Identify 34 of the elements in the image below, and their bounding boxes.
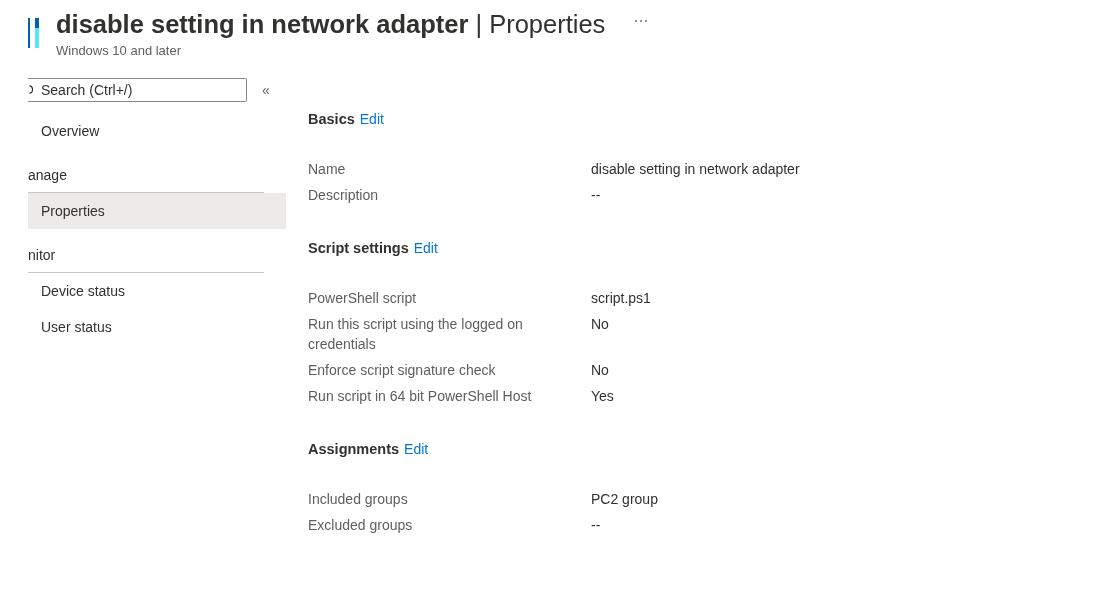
section-heading: Basics [308, 110, 355, 129]
nav-item[interactable]: Device status [28, 273, 286, 309]
property-label: Description [308, 186, 380, 205]
section-heading: Assignments [308, 440, 400, 459]
nav-item[interactable]: Overview [28, 113, 286, 149]
property-value: -- [591, 516, 602, 535]
property-value: PC2 group [591, 490, 658, 509]
property-value: No [591, 361, 610, 380]
property-label: Excluded groups [308, 516, 414, 535]
property-label: Run this script using the logged on credentials [308, 315, 524, 354]
section-heading: Script settings [308, 239, 409, 258]
search-field[interactable]: Search (Ctrl+/) [28, 78, 247, 102]
property-value: -- [591, 186, 602, 205]
property-value: disable setting in network adapter [591, 160, 800, 179]
property-label: Included groups [308, 490, 409, 509]
property-value: No [591, 315, 610, 334]
property-label: PowerShell script [308, 289, 418, 308]
nav-item[interactable]: Properties [28, 193, 286, 229]
edit-link[interactable]: Edit [413, 238, 438, 258]
property-value: script.ps1 [591, 289, 651, 308]
nav-item[interactable]: User status [28, 309, 286, 345]
page-subtitle: Windows 10 and later [56, 43, 182, 59]
edit-link[interactable]: Edit [359, 109, 384, 129]
edit-link[interactable]: Edit [404, 439, 429, 459]
collapse-button[interactable]: « [261, 82, 271, 98]
more-button[interactable] [633, 18, 650, 24]
property-label: Run script in 64 bit PowerShell Host [308, 387, 533, 406]
page-title: disable setting in network adapter | Properties [56, 9, 606, 39]
search-icon [29, 85, 33, 94]
property-value: Yes [591, 387, 615, 406]
app-logo-icon [28, 18, 40, 48]
property-label: Enforce script signature check [308, 361, 497, 380]
property-label: Name [308, 160, 347, 179]
nav-group-heading: nitor [28, 229, 264, 273]
